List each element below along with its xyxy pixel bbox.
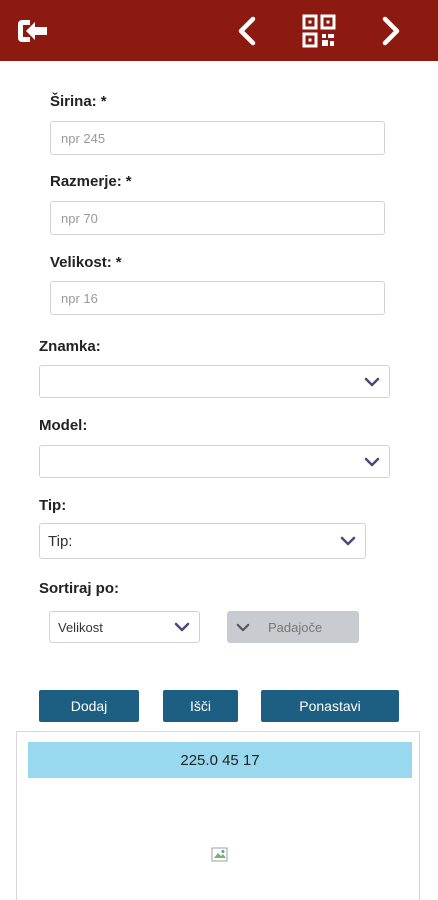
- sort-select[interactable]: Velikost: [49, 611, 200, 643]
- tip-select[interactable]: Tip:: [39, 523, 366, 559]
- sirina-input[interactable]: [50, 121, 385, 155]
- broken-image-icon: [211, 847, 229, 863]
- znamka-label: Znamka:: [39, 338, 101, 355]
- qr-code-icon[interactable]: [300, 0, 338, 61]
- add-button[interactable]: Dodaj: [39, 690, 139, 722]
- razmerje-label-text: Razmerje:: [50, 173, 122, 190]
- chevron-down-icon: [355, 457, 389, 467]
- model-label: Model:: [39, 417, 88, 434]
- sort-select-value: Velikost: [58, 619, 103, 635]
- chevron-down-icon: [355, 377, 389, 387]
- znamka-select[interactable]: [39, 365, 390, 398]
- velikost-required-mark: *: [115, 254, 122, 271]
- razmerje-input[interactable]: [50, 201, 385, 235]
- tip-select-value: Tip:: [48, 532, 73, 550]
- chevron-down-icon: [165, 622, 199, 632]
- sirina-label: Širina: *: [50, 93, 107, 110]
- sort-order-value: Padajoče: [268, 619, 323, 635]
- sort-label: Sortiraj po:: [39, 580, 120, 597]
- top-bar: [0, 0, 438, 61]
- sirina-label-text: Širina:: [50, 93, 97, 110]
- result-card: 225.0 45 17: [16, 731, 420, 900]
- chevron-left-icon[interactable]: [230, 0, 264, 61]
- velikost-label: Velikost: *: [50, 254, 122, 271]
- velikost-input[interactable]: [50, 281, 385, 315]
- sirina-required-mark: *: [100, 93, 107, 110]
- tip-label: Tip:: [39, 497, 67, 514]
- razmerje-required-mark: *: [125, 173, 132, 190]
- search-button[interactable]: Išči: [163, 690, 238, 722]
- chevron-down-icon: [331, 536, 365, 546]
- reset-button[interactable]: Ponastavi: [261, 690, 399, 722]
- chevron-down-icon: [228, 623, 258, 632]
- sort-order-select[interactable]: Padajoče: [227, 611, 359, 643]
- result-header[interactable]: 225.0 45 17: [28, 742, 412, 778]
- chevron-right-icon[interactable]: [374, 0, 408, 61]
- logout-icon[interactable]: [14, 0, 54, 61]
- velikost-label-text: Velikost:: [50, 254, 112, 271]
- model-select[interactable]: [39, 445, 390, 478]
- razmerje-label: Razmerje: *: [50, 173, 132, 190]
